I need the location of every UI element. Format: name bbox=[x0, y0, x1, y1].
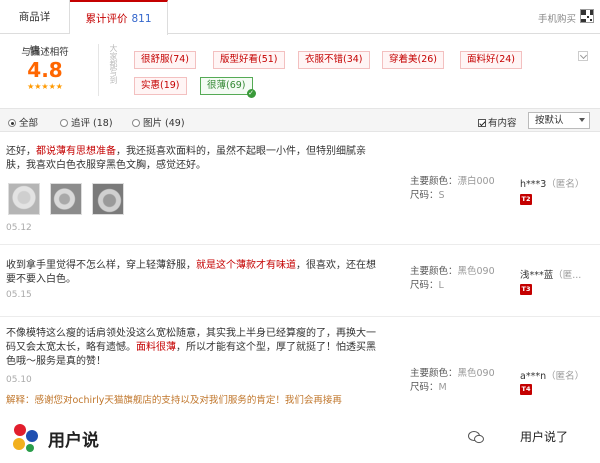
reviewer-nick: 浅***蓝 bbox=[520, 270, 554, 281]
reviewer-name: h***3（匿名） bbox=[520, 176, 584, 190]
radio-unchecked-icon bbox=[60, 119, 68, 127]
tags-side-caption: 大家都写到 bbox=[109, 44, 118, 84]
tab-reviews-count: 811 bbox=[131, 13, 152, 25]
review-photo-thumbnail[interactable] bbox=[92, 183, 124, 215]
tab-cumulative-reviews[interactable]: 累计评价 811 bbox=[70, 0, 168, 35]
size-label: 尺码： bbox=[410, 280, 439, 291]
tab-product-details[interactable]: 商品详情 bbox=[0, 0, 70, 57]
chevron-down-icon bbox=[579, 118, 585, 122]
reviewer-anon: （匿名） bbox=[546, 179, 585, 190]
has-content-label: 有内容 bbox=[488, 118, 517, 129]
qr-code-icon[interactable] bbox=[580, 9, 594, 23]
divider bbox=[98, 44, 99, 96]
review-photo-thumbnail[interactable] bbox=[50, 183, 82, 215]
size-label: 尺码： bbox=[410, 190, 439, 201]
review-text-part: 还好， bbox=[6, 146, 36, 157]
color-label: 主要颜色： bbox=[410, 368, 458, 379]
brand-logo-icon bbox=[13, 424, 38, 452]
review-text-highlight: 面料很薄 bbox=[136, 342, 176, 353]
tab-bar: 商品详情 累计评价 811 手机购买 bbox=[0, 0, 600, 57]
rating-stars-icon: ★★★★★ bbox=[27, 82, 63, 91]
size-value: M bbox=[438, 382, 447, 393]
reviewer-anon: （匿... bbox=[553, 270, 582, 281]
review-photo-thumbnail[interactable] bbox=[8, 183, 40, 215]
color-label: 主要颜色： bbox=[410, 176, 458, 187]
filter-followup-radio[interactable]: 追评 (18) bbox=[60, 115, 113, 129]
rating-label: 与描述相符 bbox=[21, 47, 69, 58]
reviewer-name: a***n（匿名） bbox=[520, 368, 584, 382]
review-sku-info: 主要颜色：黑色090 尺码：M bbox=[410, 367, 495, 395]
review-item: 收到拿手里觉得不怎么样，穿上轻薄舒服，就是这个薄款才有味道，很喜欢，还在想要不要… bbox=[0, 245, 600, 317]
filter-bar: 全部 追评 (18) 图片 (49) 有内容 按默认 bbox=[0, 108, 600, 132]
filter-all-label: 全部 bbox=[19, 118, 39, 129]
user-level-badge: T2 bbox=[520, 194, 532, 205]
review-text-highlight: 就是这个薄款才有味道 bbox=[196, 260, 296, 271]
review-tag[interactable]: 穿着美(26) bbox=[382, 51, 445, 69]
sort-select-value: 按默认 bbox=[535, 115, 564, 126]
radio-checked-icon bbox=[8, 119, 16, 127]
filter-pictures-label: 图片 (49) bbox=[143, 118, 185, 129]
review-text: 还好，都说薄有思想准备，我还挺喜欢面料的，虽然不起眼一小件，但特别细腻亲肤，我喜… bbox=[6, 145, 384, 173]
review-tag[interactable]: 实惠(19) bbox=[134, 77, 187, 95]
review-tag-selected[interactable]: 很薄(69) ✓ bbox=[200, 77, 256, 98]
watermark-right-text: 用户说了 bbox=[520, 430, 569, 444]
color-label: 主要颜色： bbox=[410, 266, 458, 277]
review-text-highlight: 都说薄有思想准备 bbox=[36, 146, 116, 157]
reviewer-nick: a***n bbox=[520, 371, 547, 382]
review-sku-info: 主要颜色：黑色090 尺码：L bbox=[410, 265, 495, 293]
review-date: 05.10 bbox=[6, 375, 32, 385]
filter-all-radio[interactable]: 全部 bbox=[8, 115, 38, 129]
radio-unchecked-icon bbox=[132, 119, 140, 127]
review-sku-info: 主要颜色：漂白000 尺码：S bbox=[410, 175, 495, 203]
reviewer-nick: h***3 bbox=[520, 179, 547, 190]
expand-tags-chevron-icon[interactable] bbox=[578, 51, 588, 61]
reviewer-name: 浅***蓝（匿... bbox=[520, 267, 581, 281]
check-icon: ✓ bbox=[246, 89, 256, 98]
color-value: 黑色090 bbox=[457, 368, 495, 379]
review-text-part: 收到拿手里觉得不怎么样，穿上轻薄舒服， bbox=[6, 260, 196, 271]
reviewer-anon: （匿名） bbox=[546, 371, 585, 382]
wechat-icon bbox=[468, 431, 484, 444]
review-date: 05.12 bbox=[6, 223, 32, 233]
checkbox-checked-icon bbox=[478, 119, 486, 127]
watermark-left-text: 用户说 bbox=[48, 431, 99, 451]
tab-reviews-label: 累计评价 bbox=[85, 13, 128, 25]
sort-select[interactable]: 按默认 bbox=[528, 112, 590, 129]
review-tag[interactable]: 面料好(24) bbox=[460, 51, 523, 69]
rating-summary: 与描述相符 4.8 ★★★★★ bbox=[8, 44, 82, 91]
review-tag[interactable]: 版型好看(51) bbox=[213, 51, 285, 69]
review-tag-label: 很薄(69) bbox=[207, 80, 246, 91]
mobile-buy-link[interactable]: 手机购买 bbox=[538, 11, 576, 25]
review-text: 收到拿手里觉得不怎么样，穿上轻薄舒服，就是这个薄款才有味道，很喜欢，还在想要不要… bbox=[6, 259, 384, 287]
review-date: 05.15 bbox=[6, 290, 32, 300]
review-text: 不像模特这么瘦的话肩领处没这么宽松随意，其实我上半身已经算瘦的了，再换大一码又会… bbox=[6, 327, 384, 369]
filter-followup-label: 追评 (18) bbox=[71, 118, 113, 129]
color-value: 漂白000 bbox=[457, 176, 495, 187]
color-value: 黑色090 bbox=[457, 266, 495, 277]
review-item: 还好，都说薄有思想准备，我还挺喜欢面料的，虽然不起眼一小件，但特别细腻亲肤，我喜… bbox=[0, 133, 600, 245]
review-tag[interactable]: 衣服不错(34) bbox=[298, 51, 370, 69]
seller-explanation: 解释：感谢您对ochirly天猫旗舰店的支持以及对我们服务的肯定！我们会再接再 bbox=[6, 395, 342, 406]
size-label: 尺码： bbox=[410, 382, 439, 393]
size-value: L bbox=[438, 280, 444, 291]
size-value: S bbox=[438, 190, 445, 201]
review-tag[interactable]: 很舒服(74) bbox=[134, 51, 197, 69]
user-level-badge: T4 bbox=[520, 384, 532, 395]
rating-score: 4.8 bbox=[27, 58, 63, 82]
user-level-badge: T3 bbox=[520, 284, 532, 295]
has-content-checkbox[interactable]: 有内容 bbox=[478, 115, 517, 129]
filter-pictures-radio[interactable]: 图片 (49) bbox=[132, 115, 185, 129]
